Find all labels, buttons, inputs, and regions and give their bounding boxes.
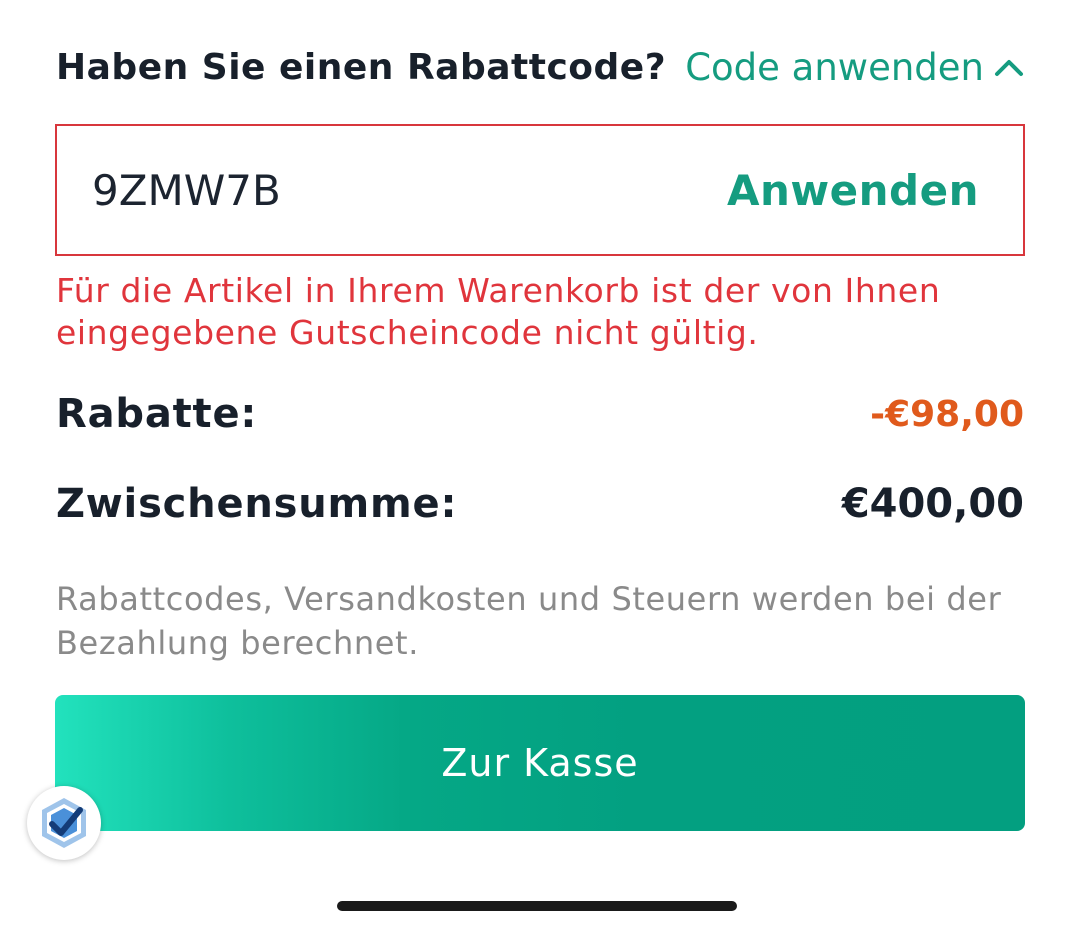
promo-code-field: Anwenden	[55, 124, 1025, 256]
apply-code-toggle-label: Code anwenden	[685, 45, 984, 89]
verified-badge[interactable]	[27, 786, 101, 860]
discount-label: Rabatte:	[56, 391, 258, 437]
subtotal-row: Zwischensumme: €400,00	[56, 476, 1024, 532]
verified-check-icon	[42, 798, 86, 848]
promo-error-message: Für die Artikel in Ihrem Warenkorb ist d…	[56, 271, 941, 352]
chevron-up-icon	[995, 60, 1023, 76]
home-indicator[interactable]	[337, 901, 737, 911]
subtotal-value: €400,00	[841, 481, 1024, 527]
cart-summary-page: Haben Sie einen Rabattcode? Code anwende…	[0, 0, 1080, 930]
promo-code-header: Haben Sie einen Rabattcode? Code anwende…	[56, 40, 1024, 94]
checkout-note: Rabattcodes, Versandkosten und Steuern w…	[56, 580, 1002, 662]
discount-value: -€98,00	[870, 393, 1024, 435]
checkout-button-label: Zur Kasse	[441, 741, 639, 785]
discount-row: Rabatte: -€98,00	[56, 386, 1024, 442]
subtotal-label: Zwischensumme:	[56, 481, 458, 527]
promo-question: Haben Sie einen Rabattcode?	[56, 46, 667, 88]
apply-button[interactable]: Anwenden	[727, 166, 979, 215]
checkout-button[interactable]: Zur Kasse	[55, 695, 1025, 831]
promo-code-input[interactable]	[92, 165, 652, 215]
apply-code-toggle[interactable]: Code anwenden	[685, 46, 1024, 89]
